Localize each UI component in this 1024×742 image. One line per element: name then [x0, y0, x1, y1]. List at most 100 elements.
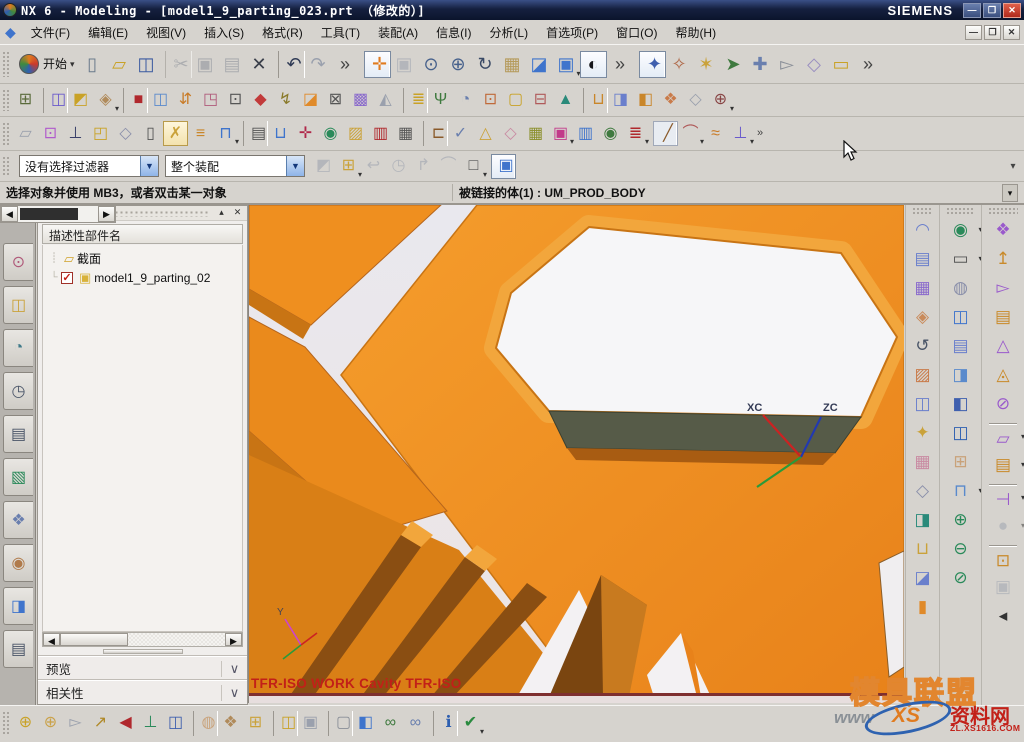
scroll-thumb[interactable] — [60, 633, 128, 646]
undo-selection-icon[interactable]: ↩ — [361, 154, 386, 179]
new-part-icon[interactable]: ▯ — [79, 51, 106, 78]
delete-icon[interactable]: ✕ — [246, 51, 273, 78]
dynamic-csys-icon[interactable]: ✧ — [666, 51, 693, 78]
ribbed-surface-icon[interactable]: ▤ — [909, 246, 937, 272]
roles-tab[interactable]: ◉ — [3, 544, 33, 582]
shaded-display-icon[interactable]: ▣ — [491, 154, 516, 179]
slider-lifter-icon[interactable]: ◪ — [298, 88, 323, 113]
mold-base-icon[interactable]: ⊡ — [223, 88, 248, 113]
scroll-track[interactable] — [128, 633, 225, 646]
mold-tools-icon[interactable]: ✗ — [163, 121, 188, 146]
film-gate-icon[interactable]: ▥ — [368, 121, 393, 146]
standard-part-icon[interactable]: ◆ — [248, 88, 273, 113]
post-insert-icon[interactable]: ✛ — [293, 121, 318, 146]
chevron-down-icon[interactable]: ∨ — [221, 661, 247, 677]
menu-assemblies[interactable]: 装配(A) — [369, 20, 427, 45]
gate-icon[interactable]: ◭ — [373, 88, 398, 113]
concept-design-icon[interactable]: ◧ — [633, 88, 658, 113]
copy-icon[interactable]: ▣ — [192, 51, 219, 78]
rectangle-select-icon[interactable]: □ — [461, 154, 486, 179]
initialize-project-icon[interactable]: ⊞ — [13, 88, 38, 113]
link-info-icon[interactable]: ℹ — [433, 711, 458, 736]
basic-curves-icon[interactable]: ⊥ — [728, 121, 753, 146]
checkbox-checked[interactable]: ✓ — [61, 272, 73, 284]
workpiece-icon[interactable]: ◈ — [93, 88, 118, 113]
image-report-icon[interactable]: ▣ — [548, 121, 573, 146]
graphics-viewport[interactable]: XC ZC Y TFR-ISO WORK Cavity TFR-ISO — [248, 205, 903, 703]
mirror-assembly-icon[interactable]: ◀ — [113, 711, 138, 736]
wcs-orient-icon[interactable]: ⊥ — [63, 121, 88, 146]
toolbar-drag-handle[interactable] — [2, 711, 9, 735]
electrode-icon[interactable]: ▢ — [503, 88, 528, 113]
measure-distance-icon[interactable]: ▭ — [828, 51, 855, 78]
part-navigator-tab[interactable]: ◔ — [3, 329, 33, 367]
parting-preparation-icon[interactable]: ◳ — [198, 88, 223, 113]
selection-history-icon[interactable]: ◷ — [386, 154, 411, 179]
split-solid-icon[interactable]: ⊟ — [528, 88, 553, 113]
arrangement-icon[interactable]: ▣ — [298, 711, 323, 736]
exploded-view-icon[interactable]: ⊞ — [243, 711, 268, 736]
select-csys-icon[interactable]: ▻ — [774, 51, 801, 78]
constraint-navigator-tab[interactable]: ◫ — [3, 286, 33, 324]
assembly-constraints-icon[interactable]: ⊥ — [138, 711, 163, 736]
preview-section-header[interactable]: 预览 ∨ — [38, 656, 247, 680]
menu-view[interactable]: 视图(V) — [137, 20, 195, 45]
check-clearance-icon[interactable]: ✔ — [458, 711, 483, 736]
cone-insert-icon[interactable]: △ — [473, 121, 498, 146]
bom-table-icon[interactable]: ▥ — [573, 121, 598, 146]
sub-insert-icon[interactable]: ⊠ — [323, 88, 348, 113]
point-dialog-icon[interactable]: ➤ — [720, 51, 747, 78]
press-tool-icon[interactable]: ⊓ — [947, 478, 975, 504]
toolbar-drag-handle[interactable] — [2, 89, 9, 111]
view-manager-icon[interactable]: ⊔ — [583, 88, 608, 113]
snap-point-icon[interactable]: ✶ — [693, 51, 720, 78]
dependencies-section-header[interactable]: 相关性 ∨ — [38, 680, 247, 704]
selection-bar-overflow-icon[interactable]: ▾ — [1006, 161, 1020, 172]
support-tower-icon[interactable]: ▨ — [343, 121, 368, 146]
body-list-icon[interactable]: ▤ — [989, 304, 1017, 330]
menu-file[interactable]: 文件(F) — [22, 20, 79, 45]
history-tab[interactable]: ◷ — [3, 372, 33, 410]
tree-row-part[interactable]: └ ✓ ▣ model1_9_parting_02 — [47, 268, 242, 287]
waffle-icon[interactable]: ▦ — [909, 449, 937, 475]
add-component-icon[interactable]: ⊕ — [13, 711, 38, 736]
menu-insert[interactable]: 插入(S) — [195, 20, 253, 45]
undo-icon[interactable]: ↶ — [278, 51, 305, 78]
vector-dialog-icon[interactable]: ✚ — [747, 51, 774, 78]
point-set-icon[interactable]: ⊡ — [38, 121, 63, 146]
scroll-left-icon[interactable]: ◀ — [43, 633, 60, 646]
mold-parting-icon[interactable]: ⇵ — [173, 88, 198, 113]
sheet-body-icon[interactable]: ▤ — [243, 121, 268, 146]
spark-surface-icon[interactable]: ✦ — [909, 420, 937, 446]
gallery-tab[interactable]: ◨ — [3, 587, 33, 625]
sequence-icon[interactable]: ◫ — [273, 711, 298, 736]
window-minimize-button[interactable]: — — [963, 3, 981, 18]
scroll-right-icon[interactable]: ▶ — [225, 633, 242, 646]
design-parting-icon[interactable]: ◉ — [947, 217, 975, 243]
core-shelf-icon[interactable]: ◨ — [947, 362, 975, 388]
orient-view-icon[interactable]: ✦ — [639, 51, 666, 78]
toolbar3-overflow-icon[interactable]: » — [753, 121, 767, 146]
save-icon[interactable]: ◫ — [133, 51, 160, 78]
split-block-icon[interactable]: ⊞ — [947, 449, 975, 475]
body-report-icon[interactable]: ▱ — [989, 423, 1017, 449]
status-bar-overflow-icon[interactable]: ▾ — [1002, 184, 1018, 202]
mdi-minimize-button[interactable]: — — [965, 25, 982, 40]
runner-icon[interactable]: ▩ — [348, 88, 373, 113]
spline-icon[interactable]: ≈ — [703, 121, 728, 146]
draft-check-icon[interactable]: △ — [989, 333, 1017, 359]
grid-sheet-icon[interactable]: ▨ — [909, 362, 937, 388]
delete-region-icon[interactable]: ⊘ — [947, 565, 975, 591]
paste-icon[interactable]: ▤ — [219, 51, 246, 78]
arc-icon[interactable]: ⌒ — [678, 121, 703, 146]
remember-constraints-icon[interactable]: ◫ — [163, 711, 188, 736]
measure-body-icon[interactable]: ⊣ — [989, 484, 1017, 510]
ruled-surface-icon[interactable]: ▦ — [909, 275, 937, 301]
panel-close-icon[interactable]: ✕ — [231, 207, 244, 219]
face-analysis-icon[interactable]: ◐ — [580, 51, 607, 78]
snap-point-toggle-icon[interactable]: ⊞ — [336, 154, 361, 179]
window-restore-button[interactable]: ❐ — [983, 3, 1001, 18]
select-region-icon[interactable]: ⊡ — [989, 545, 1017, 571]
menu-information[interactable]: 信息(I) — [427, 20, 480, 45]
notes-tab[interactable]: ▤ — [3, 415, 33, 453]
